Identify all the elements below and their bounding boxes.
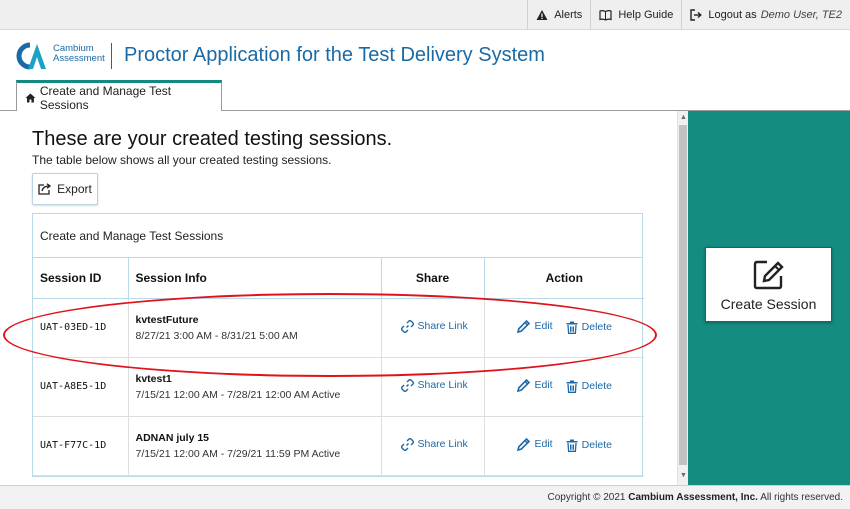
session-id: UAT-F77C-1D: [33, 416, 129, 476]
logout-link[interactable]: Logout as Demo User, TE2: [681, 0, 850, 30]
copyright-suffix: All rights reserved.: [760, 492, 843, 503]
delete-button[interactable]: Delete: [566, 380, 612, 393]
logo-line-2: Assessment: [53, 53, 105, 64]
table-row: UAT-F77C-1D ADNAN july 15 7/15/21 12:00 …: [33, 416, 644, 476]
link-icon: [400, 437, 414, 451]
share-link-label: Share Link: [417, 438, 468, 450]
export-label: Export: [57, 182, 92, 196]
share-link-button[interactable]: Share Link: [400, 437, 468, 451]
share-cell: Share Link: [381, 357, 485, 417]
page-title: These are your created testing sessions.: [32, 128, 393, 150]
main-content: These are your created testing sessions.…: [0, 111, 677, 485]
header-session-id: Session ID: [33, 258, 129, 299]
home-icon: [25, 93, 36, 102]
cambium-logo-icon: [16, 42, 46, 70]
session-name: kvtest1: [135, 372, 172, 385]
session-info-cell: kvtest1 7/15/21 12:00 AM - 7/28/21 12:00…: [128, 357, 382, 417]
session-dates: 8/27/21 3:00 AM - 8/31/21 5:00 AM: [135, 329, 298, 342]
session-name: kvtestFuture: [135, 313, 199, 326]
edit-square-icon: [753, 260, 784, 289]
header-divider: [111, 43, 112, 69]
create-session-label: Create Session: [720, 295, 817, 312]
share-link-label: Share Link: [417, 320, 468, 332]
edit-button[interactable]: Edit: [516, 319, 553, 334]
delete-label: Delete: [581, 321, 613, 333]
share-cell: Share Link: [381, 298, 485, 358]
logout-icon: [690, 9, 703, 21]
link-icon: [400, 319, 414, 333]
copyright-prefix: Copyright © 2021: [547, 492, 626, 503]
alert-icon: [536, 10, 548, 20]
trash-icon: [566, 439, 578, 452]
share-link-label: Share Link: [417, 379, 468, 391]
help-guide-label: Help Guide: [618, 9, 674, 21]
trash-icon: [566, 380, 578, 393]
action-cell: Edit Delete: [484, 298, 644, 358]
delete-button[interactable]: Delete: [566, 439, 612, 452]
sessions-table: Session ID Session Info Share Action UAT…: [33, 258, 644, 476]
share-cell: Share Link: [381, 416, 485, 476]
trash-icon: [566, 321, 578, 334]
header-share: Share: [381, 258, 485, 299]
table-caption: Create and Manage Test Sessions: [33, 214, 642, 258]
side-panel: Create Session: [688, 111, 850, 485]
edit-label: Edit: [534, 438, 553, 450]
session-id: UAT-03ED-1D: [33, 298, 129, 358]
delete-label: Delete: [581, 380, 613, 392]
table-row: UAT-03ED-1D kvtestFuture 8/27/21 3:00 AM…: [33, 298, 644, 358]
company-name: Cambium Assessment, Inc.: [628, 492, 758, 503]
utility-links: Alerts Help Guide Logout as Demo User, T…: [527, 0, 850, 30]
link-icon: [400, 378, 414, 392]
sessions-table-container: Create and Manage Test Sessions Session …: [32, 213, 644, 477]
edit-button[interactable]: Edit: [516, 437, 553, 452]
alerts-link[interactable]: Alerts: [527, 0, 590, 30]
delete-label: Delete: [581, 439, 613, 451]
help-guide-link[interactable]: Help Guide: [590, 0, 681, 30]
export-icon: [38, 183, 52, 195]
alerts-label: Alerts: [554, 9, 583, 21]
pencil-icon: [516, 378, 530, 392]
tab-label: Create and Manage Test Sessions: [39, 83, 172, 112]
action-cell: Edit Delete: [484, 416, 644, 476]
page-subtitle: The table below shows all your created t…: [32, 153, 332, 167]
scroll-thumb[interactable]: [679, 125, 687, 465]
tab-create-manage-sessions[interactable]: Create and Manage Test Sessions: [16, 80, 222, 112]
delete-button[interactable]: Delete: [566, 321, 612, 334]
action-cell: Edit Delete: [484, 357, 644, 417]
logo-text: Cambium Assessment: [53, 44, 105, 64]
app-title: Proctor Application for the Test Deliver…: [124, 44, 545, 66]
share-link-button[interactable]: Share Link: [400, 378, 468, 392]
pencil-icon: [516, 319, 530, 333]
pencil-icon: [516, 437, 530, 451]
book-icon: [599, 10, 612, 21]
share-link-button[interactable]: Share Link: [400, 319, 468, 333]
edit-label: Edit: [534, 320, 553, 332]
header-session-info: Session Info: [128, 258, 382, 299]
table-row: UAT-A8E5-1D kvtest1 7/15/21 12:00 AM - 7…: [33, 357, 644, 417]
session-id: UAT-A8E5-1D: [33, 357, 129, 417]
header-action: Action: [484, 258, 644, 299]
table-header-row: Session ID Session Info Share Action: [33, 258, 644, 299]
scroll-up-arrow-icon[interactable]: ▲: [679, 113, 688, 123]
logout-label: Logout as: [708, 9, 757, 21]
export-button[interactable]: Export: [32, 173, 98, 205]
user-name: Demo User, TE2: [760, 9, 842, 21]
edit-button[interactable]: Edit: [516, 378, 553, 393]
session-info-cell: ADNAN july 15 7/15/21 12:00 AM - 7/29/21…: [128, 416, 382, 476]
app-header: Cambium Assessment Proctor Application f…: [0, 30, 850, 80]
create-session-button[interactable]: Create Session: [705, 247, 832, 322]
main-scrollbar[interactable]: ▲ ▼: [677, 111, 688, 485]
tab-bar: Create and Manage Test Sessions: [0, 80, 850, 112]
session-dates: 7/15/21 12:00 AM - 7/28/21 12:00 AM Acti…: [135, 388, 341, 401]
session-dates: 7/15/21 12:00 AM - 7/29/21 11:59 PM Acti…: [135, 447, 341, 460]
edit-label: Edit: [534, 379, 553, 391]
top-utility-bar: Alerts Help Guide Logout as Demo User, T…: [0, 0, 850, 30]
footer: Copyright © 2021 Cambium Assessment, Inc…: [0, 485, 850, 509]
session-info-cell: kvtestFuture 8/27/21 3:00 AM - 8/31/21 5…: [128, 298, 382, 358]
session-name: ADNAN july 15: [135, 431, 210, 444]
scroll-down-arrow-icon[interactable]: ▼: [679, 471, 688, 481]
